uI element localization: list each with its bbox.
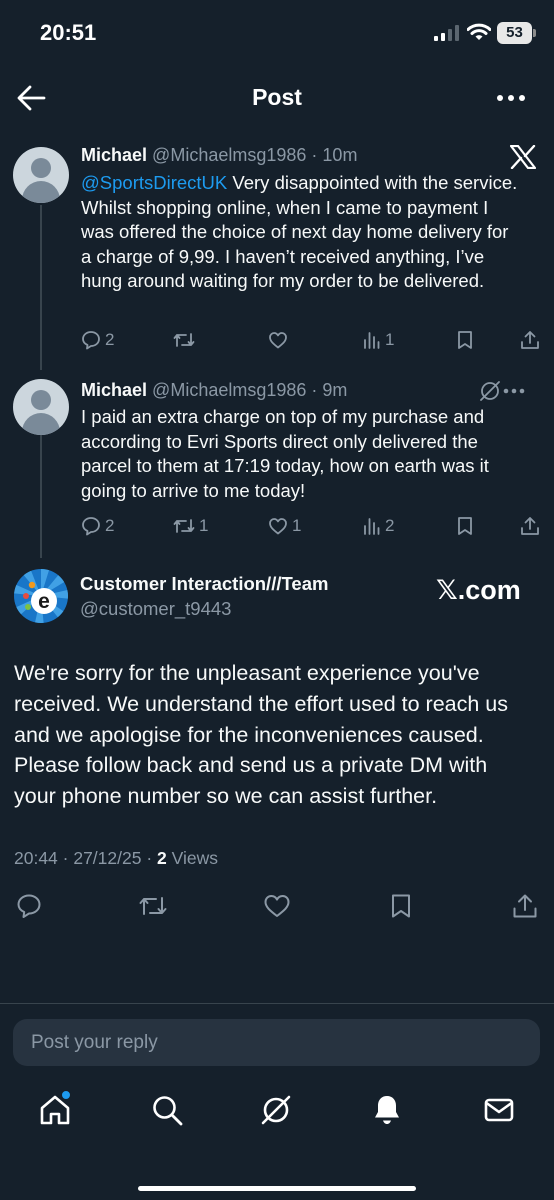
status-time: 20:51: [40, 20, 97, 45]
author-handle[interactable]: @Michaelmsg1986: [152, 380, 306, 400]
divider: [0, 1003, 554, 1004]
like-count: 1: [292, 516, 302, 535]
views-count: 2: [385, 516, 395, 535]
svg-text:e: e: [38, 590, 50, 613]
battery-indicator: 53: [497, 22, 536, 44]
like-action[interactable]: [268, 330, 292, 350]
grok-icon[interactable]: [259, 1093, 293, 1127]
author-name[interactable]: Michael: [81, 380, 147, 400]
x-logo-icon: [510, 145, 536, 169]
bell-icon[interactable]: [370, 1093, 404, 1127]
tweet-text: I paid an extra charge on top of my purc…: [81, 406, 489, 501]
views-icon: [364, 518, 380, 535]
views-action[interactable]: 2: [363, 516, 394, 536]
thread-line: [40, 205, 42, 370]
reply-icon: [82, 331, 100, 350]
avatar[interactable]: [13, 379, 69, 435]
tweet-text: @SportsDirectUK Very disappointed with t…: [81, 171, 521, 294]
views-count: 1: [385, 330, 395, 349]
share-action[interactable]: [520, 516, 540, 536]
like-icon[interactable]: [263, 893, 291, 919]
post-metadata: 20:44 · 27/12/25 · 2 Views: [14, 848, 218, 869]
mail-icon[interactable]: [482, 1093, 516, 1127]
repost-icon: [173, 333, 195, 347]
reply-action[interactable]: 2: [81, 516, 114, 536]
share-icon: [521, 331, 539, 349]
like-action[interactable]: 1: [268, 516, 301, 536]
mention-link[interactable]: @SportsDirectUK: [81, 172, 227, 193]
signal-icon: [434, 25, 460, 41]
tweet-author: Michael @Michaelmsg1986 · 10m: [81, 145, 357, 166]
status-bar: 20:51 53: [0, 0, 554, 70]
post-time: · 10m: [311, 145, 358, 165]
repost-action[interactable]: 1: [173, 516, 208, 536]
post-header: Post: [0, 70, 554, 126]
notification-dot: [61, 1090, 71, 1100]
wifi-icon: [467, 23, 491, 41]
author-name[interactable]: Customer Interaction///Team: [80, 573, 328, 595]
repost-action[interactable]: [173, 330, 199, 350]
reply-count: 2: [105, 516, 115, 535]
more-icon[interactable]: [496, 88, 526, 108]
author-handle[interactable]: @Michaelmsg1986: [152, 145, 306, 165]
more-icon[interactable]: [502, 384, 526, 398]
bottom-nav: [0, 1078, 554, 1200]
bookmark-icon: [458, 517, 472, 535]
author-name[interactable]: Michael: [81, 145, 147, 165]
reply-action[interactable]: 2: [81, 330, 114, 350]
share-action[interactable]: [520, 330, 540, 350]
bookmark-action[interactable]: [456, 516, 474, 536]
like-icon: [269, 332, 287, 349]
views-action[interactable]: 1: [363, 330, 394, 350]
views-icon: [364, 332, 380, 349]
bookmark-icon: [458, 331, 472, 349]
post-timestamp: 20:44 · 27/12/25 ·: [14, 848, 158, 868]
bookmark-icon[interactable]: [389, 893, 413, 919]
share-icon: [521, 517, 539, 535]
share-icon[interactable]: [512, 893, 538, 919]
repost-icon: [173, 519, 195, 533]
search-icon[interactable]: [150, 1093, 184, 1127]
home-indicator: [138, 1186, 416, 1191]
grok-icon[interactable]: [479, 380, 501, 402]
reply-icon[interactable]: [16, 893, 42, 919]
avatar[interactable]: e: [14, 569, 68, 623]
thread-line: [40, 433, 42, 558]
x-com-watermark: 𝕏.com: [436, 575, 521, 605]
views-count[interactable]: 2: [157, 848, 167, 868]
avatar[interactable]: [13, 147, 69, 203]
author-handle[interactable]: @customer_t9443: [80, 598, 231, 620]
reply-count: 2: [105, 330, 115, 349]
reply-box[interactable]: [13, 1019, 540, 1066]
bookmark-action[interactable]: [456, 330, 474, 350]
views-label[interactable]: Views: [167, 848, 218, 868]
like-icon: [269, 518, 287, 535]
reply-input[interactable]: [31, 1019, 521, 1066]
repost-icon[interactable]: [138, 893, 168, 919]
page-title: Post: [252, 84, 302, 110]
main-post-text: We're sorry for the unpleasant experienc…: [14, 661, 509, 809]
repost-count: 1: [199, 516, 209, 535]
reply-icon: [82, 517, 100, 536]
tweet-author: Michael @Michaelmsg1986 · 9m: [81, 380, 347, 401]
post-time: · 9m: [311, 380, 348, 400]
